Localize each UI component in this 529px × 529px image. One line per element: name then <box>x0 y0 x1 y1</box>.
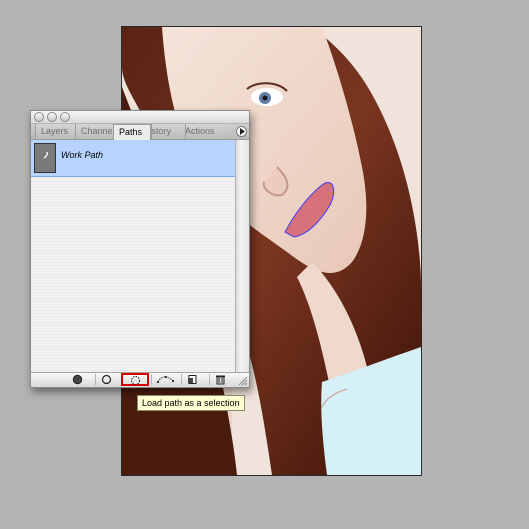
tooltip: Load path as a selection <box>137 395 245 411</box>
path-name: Work Path <box>61 150 104 160</box>
path-thumbnail-icon <box>43 151 48 159</box>
new-page-icon <box>188 375 197 384</box>
filled-circle-icon <box>72 374 83 385</box>
load-path-as-selection-button[interactable] <box>121 373 149 386</box>
tab-actions[interactable]: Actions <box>185 124 225 139</box>
fill-path-button[interactable] <box>67 374 89 385</box>
minimize-button[interactable] <box>47 112 57 122</box>
tab-layers-label: Layers <box>41 126 69 136</box>
tab-paths[interactable]: Paths <box>113 124 151 140</box>
play-arrow-icon <box>240 128 245 135</box>
path-row-work-path[interactable]: Work Path <box>31 140 235 177</box>
hollow-circle-icon <box>101 374 112 385</box>
stroke-path-button[interactable] <box>95 374 117 385</box>
resize-grip-icon[interactable] <box>237 375 248 386</box>
make-work-path-button[interactable] <box>151 374 179 385</box>
paths-toolbar <box>31 372 249 387</box>
new-path-button[interactable] <box>181 374 203 385</box>
tab-channels-label: Channels <box>81 126 113 136</box>
palette-title-bar[interactable] <box>31 111 249 124</box>
path-from-selection-icon <box>157 376 174 383</box>
trash-icon <box>216 375 225 385</box>
dotted-circle-icon <box>131 376 140 385</box>
tab-history[interactable]: History <box>151 124 185 139</box>
tab-actions-label: Actions <box>185 126 215 136</box>
tab-history-label: History <box>151 126 172 136</box>
tab-channels[interactable]: Channels <box>75 124 113 139</box>
paths-palette: Layers Channels Paths History Actions Wo… <box>30 110 250 388</box>
zoom-button[interactable] <box>60 112 70 122</box>
vertical-scrollbar[interactable] <box>235 140 249 374</box>
path-thumbnail <box>34 143 56 173</box>
paths-list: Work Path <box>31 140 235 374</box>
tab-paths-label: Paths <box>119 127 143 137</box>
palette-menu-button[interactable] <box>236 126 247 137</box>
palette-tab-bar: Layers Channels Paths History Actions <box>31 124 249 140</box>
delete-path-button[interactable] <box>209 374 231 385</box>
close-button[interactable] <box>34 112 44 122</box>
tab-layers[interactable]: Layers <box>35 124 75 139</box>
